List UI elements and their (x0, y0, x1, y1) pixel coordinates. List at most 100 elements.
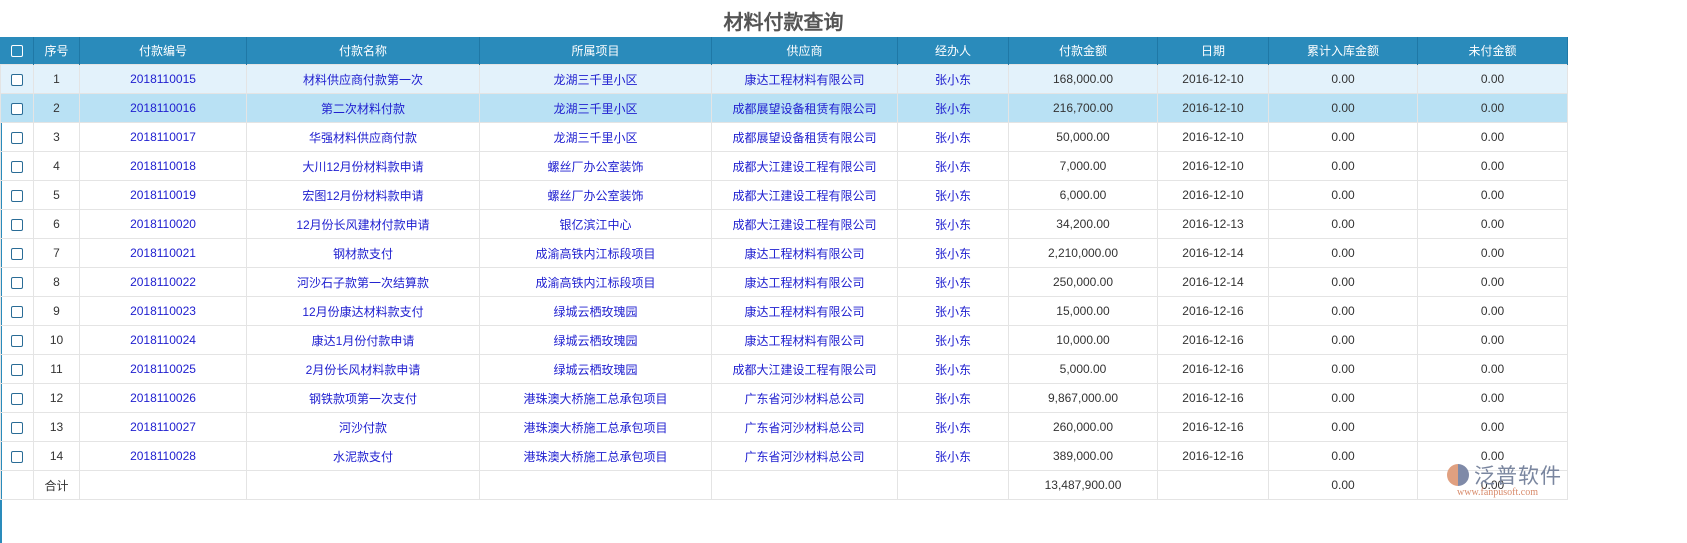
cell[interactable]: 2018110017 (79, 122, 247, 152)
row-checkbox[interactable] (0, 209, 34, 239)
cell[interactable]: 2018110021 (79, 238, 247, 268)
cell[interactable]: 张小东 (897, 267, 1009, 297)
cell[interactable]: 绿城云栖玫瑰园 (479, 325, 712, 355)
cell[interactable]: 2018110019 (79, 180, 247, 210)
cell[interactable]: 河沙石子款第一次结算款 (246, 267, 480, 297)
select-all-checkbox[interactable] (0, 37, 34, 65)
cell[interactable]: 大川12月份材料款申请 (246, 151, 480, 181)
cell[interactable]: 2018110020 (79, 209, 247, 239)
table-row[interactable]: 3 2018110017 华强材料供应商付款 龙湖三千里小区 成都展望设备租赁有限公司张… (0, 122, 1568, 152)
row-checkbox[interactable] (0, 267, 34, 297)
table-row[interactable]: 8 2018110022 河沙石子款第一次结算款 成渝高铁内江标段项目 康达工程材料有限… (0, 267, 1568, 297)
cell[interactable]: 2018110016 (79, 93, 247, 123)
cell[interactable]: 张小东 (897, 325, 1009, 355)
cell[interactable]: 第二次材料付款 (246, 93, 480, 123)
cell[interactable]: 康达工程材料有限公司 (711, 325, 898, 355)
cell[interactable]: 2018110024 (79, 325, 247, 355)
cell[interactable]: 钢材款支付 (246, 238, 480, 268)
cell[interactable]: 材料供应商付款第一次 (246, 64, 480, 94)
cell[interactable]: 成都大江建设工程有限公司 (711, 354, 898, 384)
cell[interactable]: 成都展望设备租赁有限公司 (711, 93, 898, 123)
cell[interactable]: 张小东 (897, 238, 1009, 268)
column-header[interactable]: 经办人 (897, 37, 1009, 65)
cell[interactable]: 2018110022 (79, 267, 247, 297)
column-header[interactable]: 付款金额 (1008, 37, 1158, 65)
column-header[interactable]: 未付金额 (1417, 37, 1568, 65)
cell[interactable]: 螺丝厂办公室装饰 (479, 151, 712, 181)
cell[interactable]: 康达工程材料有限公司 (711, 238, 898, 268)
cell[interactable]: 水泥款支付 (246, 441, 480, 471)
cell[interactable]: 绿城云栖玫瑰园 (479, 354, 712, 384)
cell[interactable]: 华强材料供应商付款 (246, 122, 480, 152)
cell[interactable]: 12月份长风建材付款申请 (246, 209, 480, 239)
cell[interactable]: 银亿滨江中心 (479, 209, 712, 239)
table-row[interactable]: 6 2018110020 12月份长风建材付款申请 银亿滨江中心 成都大江建设工程有限公… (0, 209, 1568, 239)
column-header[interactable]: 所属项目 (479, 37, 712, 65)
cell[interactable]: 2018110023 (79, 296, 247, 326)
cell[interactable]: 张小东 (897, 180, 1009, 210)
cell[interactable]: 河沙付款 (246, 412, 480, 442)
cell[interactable]: 12月份康达材料款支付 (246, 296, 480, 326)
row-checkbox[interactable] (0, 354, 34, 384)
row-checkbox[interactable] (0, 383, 34, 413)
row-checkbox[interactable] (0, 151, 34, 181)
table-row[interactable]: 2 2018110016 第二次材料付款 龙湖三千里小区 成都展望设备租赁有限公司 张小东… (0, 93, 1568, 123)
table-row[interactable]: 13 2018110027 河沙付款 港珠澳大桥施工总承包项目 广东省河沙材料总公司 张小… (0, 412, 1568, 442)
cell[interactable]: 张小东 (897, 441, 1009, 471)
cell[interactable]: 螺丝厂办公室装饰 (479, 180, 712, 210)
cell[interactable]: 2018110015 (79, 64, 247, 94)
cell[interactable]: 港珠澳大桥施工总承包项目 (479, 412, 712, 442)
cell[interactable]: 广东省河沙材料总公司 (711, 441, 898, 471)
cell[interactable]: 康达工程材料有限公司 (711, 267, 898, 297)
cell[interactable]: 张小东 (897, 383, 1009, 413)
cell[interactable]: 张小东 (897, 412, 1009, 442)
cell[interactable]: 成渝高铁内江标段项目 (479, 238, 712, 268)
row-checkbox[interactable] (0, 412, 34, 442)
cell[interactable]: 龙湖三千里小区 (479, 122, 712, 152)
cell[interactable]: 宏图12月份材料款申请 (246, 180, 480, 210)
cell[interactable]: 成渝高铁内江标段项目 (479, 267, 712, 297)
cell[interactable]: 张小东 (897, 209, 1009, 239)
row-checkbox[interactable] (0, 441, 34, 471)
table-row[interactable]: 9 2018110023 12月份康达材料款支付 绿城云栖玫瑰园 康达工程材料有限公司张… (0, 296, 1568, 326)
cell[interactable]: 广东省河沙材料总公司 (711, 412, 898, 442)
column-header[interactable]: 序号 (33, 37, 80, 65)
table-row[interactable]: 5 2018110019 宏图12月份材料款申请 螺丝厂办公室装饰 成都大江建设工程有限… (0, 180, 1568, 210)
cell[interactable]: 绿城云栖玫瑰园 (479, 296, 712, 326)
column-header[interactable]: 供应商 (711, 37, 898, 65)
cell[interactable]: 张小东 (897, 296, 1009, 326)
cell[interactable]: 钢铁款项第一次支付 (246, 383, 480, 413)
cell[interactable]: 张小东 (897, 64, 1009, 94)
cell[interactable]: 成都大江建设工程有限公司 (711, 209, 898, 239)
cell[interactable]: 龙湖三千里小区 (479, 64, 712, 94)
column-header[interactable]: 付款名称 (246, 37, 480, 65)
table-row[interactable]: 7 2018110021 钢材款支付 成渝高铁内江标段项目 康达工程材料有限公司 张小东 2… (0, 238, 1568, 268)
column-header[interactable]: 日期 (1157, 37, 1269, 65)
cell[interactable]: 龙湖三千里小区 (479, 93, 712, 123)
row-checkbox[interactable] (0, 296, 34, 326)
cell[interactable]: 成都展望设备租赁有限公司 (711, 122, 898, 152)
table-row[interactable]: 1 2018110015 材料供应商付款第一次 龙湖三千里小区 康达工程材料有限公司 张小… (0, 64, 1568, 94)
row-checkbox[interactable] (0, 93, 34, 123)
column-header[interactable]: 累计入库金额 (1268, 37, 1418, 65)
cell[interactable]: 港珠澳大桥施工总承包项目 (479, 383, 712, 413)
table-row[interactable]: 14 2018110028 水泥款支付 港珠澳大桥施工总承包项目 广东省河沙材料总公司张… (0, 441, 1568, 471)
cell[interactable]: 张小东 (897, 354, 1009, 384)
cell[interactable]: 2018110027 (79, 412, 247, 442)
cell[interactable]: 张小东 (897, 151, 1009, 181)
column-header[interactable]: 付款编号 (79, 37, 247, 65)
row-checkbox[interactable] (0, 238, 34, 268)
table-row[interactable]: 12 2018110026 钢铁款项第一次支付 港珠澳大桥施工总承包项目 广东省河沙材料… (0, 383, 1568, 413)
cell[interactable]: 成都大江建设工程有限公司 (711, 180, 898, 210)
cell[interactable]: 2018110028 (79, 441, 247, 471)
cell[interactable]: 港珠澳大桥施工总承包项目 (479, 441, 712, 471)
cell[interactable]: 广东省河沙材料总公司 (711, 383, 898, 413)
table-row[interactable]: 10 2018110024 康达1月份付款申请 绿城云栖玫瑰园 康达工程材料有限公司 张小… (0, 325, 1568, 355)
cell[interactable]: 康达工程材料有限公司 (711, 64, 898, 94)
row-checkbox[interactable] (0, 64, 34, 94)
cell[interactable]: 2018110026 (79, 383, 247, 413)
cell[interactable]: 2018110018 (79, 151, 247, 181)
row-checkbox[interactable] (0, 122, 34, 152)
row-checkbox[interactable] (0, 325, 34, 355)
cell[interactable]: 张小东 (897, 93, 1009, 123)
